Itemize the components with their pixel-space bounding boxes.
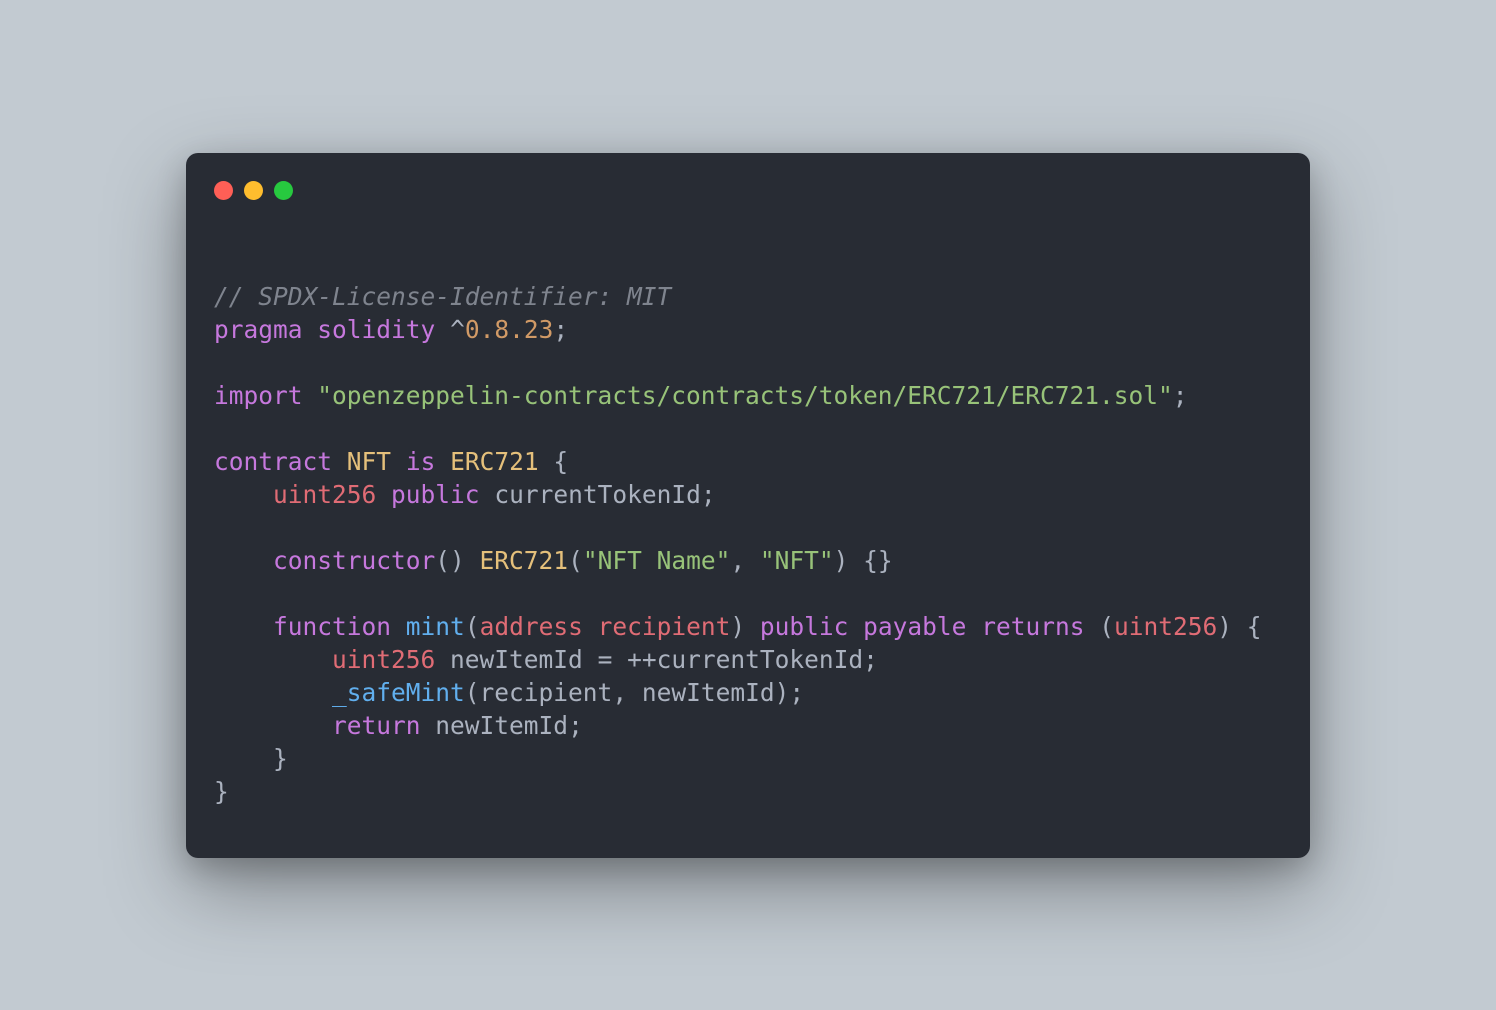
- code-ident: newItemId: [450, 645, 583, 674]
- code-string: "NFT Name": [583, 546, 731, 575]
- code-punct: ,: [612, 678, 642, 707]
- code-type-name: NFT: [347, 447, 391, 476]
- code-indent: [214, 480, 273, 509]
- code-punct: ;: [701, 480, 716, 509]
- code-indent: [214, 546, 273, 575]
- code-punct: (: [465, 612, 480, 641]
- code-keyword: payable: [863, 612, 966, 641]
- code-punct: }: [273, 744, 288, 773]
- code-punct: );: [775, 678, 805, 707]
- code-ident: newItemId: [642, 678, 775, 707]
- code-op: ^: [450, 315, 465, 344]
- code-punct: ;: [568, 711, 583, 740]
- code-space: [421, 711, 436, 740]
- code-ident: currentTokenId: [494, 480, 701, 509]
- code-punct: ;: [1173, 381, 1188, 410]
- code-space: [966, 612, 981, 641]
- code-type: uint256: [332, 645, 435, 674]
- minimize-icon[interactable]: [244, 181, 263, 200]
- code-indent: [214, 645, 332, 674]
- code-indent: [214, 744, 273, 773]
- code-op: ++: [627, 645, 657, 674]
- code-keyword: returns: [981, 612, 1084, 641]
- code-space: [303, 381, 318, 410]
- code-space: [848, 612, 863, 641]
- code-func-name: _safeMint: [332, 678, 465, 707]
- code-window: // SPDX-License-Identifier: MIT pragma s…: [186, 153, 1310, 858]
- code-punct: ) {: [1217, 612, 1261, 641]
- code-space: [583, 645, 598, 674]
- code-space: [583, 612, 598, 641]
- code-string: "NFT": [760, 546, 834, 575]
- code-ident: recipient: [480, 678, 613, 707]
- code-indent: [214, 711, 332, 740]
- code-block: // SPDX-License-Identifier: MIT pragma s…: [214, 280, 1282, 808]
- code-keyword: is: [406, 447, 436, 476]
- code-type-name: ERC721: [450, 447, 539, 476]
- code-indent: [214, 678, 332, 707]
- code-string: "openzeppelin-contracts/contracts/token/…: [317, 381, 1173, 410]
- code-punct: ;: [553, 315, 568, 344]
- code-keyword: function: [273, 612, 391, 641]
- code-space: [612, 645, 627, 674]
- code-keyword: public: [391, 480, 480, 509]
- maximize-icon[interactable]: [274, 181, 293, 200]
- code-punct: (): [435, 546, 479, 575]
- code-number: 0.8.23: [465, 315, 554, 344]
- code-punct: ,: [730, 546, 760, 575]
- code-punct: (: [568, 546, 583, 575]
- code-punct: (: [465, 678, 480, 707]
- code-punct: (: [1084, 612, 1114, 641]
- code-punct: ): [730, 612, 760, 641]
- code-keyword: public: [760, 612, 849, 641]
- code-keyword: constructor: [273, 546, 435, 575]
- code-space: [435, 645, 450, 674]
- window-titlebar: [214, 181, 1282, 200]
- code-punct: {: [539, 447, 569, 476]
- code-type-name: ERC721: [480, 546, 569, 575]
- code-punct: ) {}: [834, 546, 893, 575]
- code-punct: ;: [863, 645, 878, 674]
- code-ident: newItemId: [435, 711, 568, 740]
- code-keyword: pragma: [214, 315, 303, 344]
- code-type: address: [480, 612, 583, 641]
- code-keyword: contract: [214, 447, 332, 476]
- code-func-name: mint: [406, 612, 465, 641]
- code-param: recipient: [598, 612, 731, 641]
- code-op: =: [598, 645, 613, 674]
- code-type: uint256: [1114, 612, 1217, 641]
- code-ident: currentTokenId: [657, 645, 864, 674]
- code-indent: [214, 612, 273, 641]
- code-type: uint256: [273, 480, 376, 509]
- code-keyword: solidity: [317, 315, 435, 344]
- code-punct: }: [214, 777, 229, 806]
- code-comment: // SPDX-License-Identifier: MIT: [214, 282, 671, 311]
- close-icon[interactable]: [214, 181, 233, 200]
- code-keyword: import: [214, 381, 303, 410]
- code-keyword: return: [332, 711, 421, 740]
